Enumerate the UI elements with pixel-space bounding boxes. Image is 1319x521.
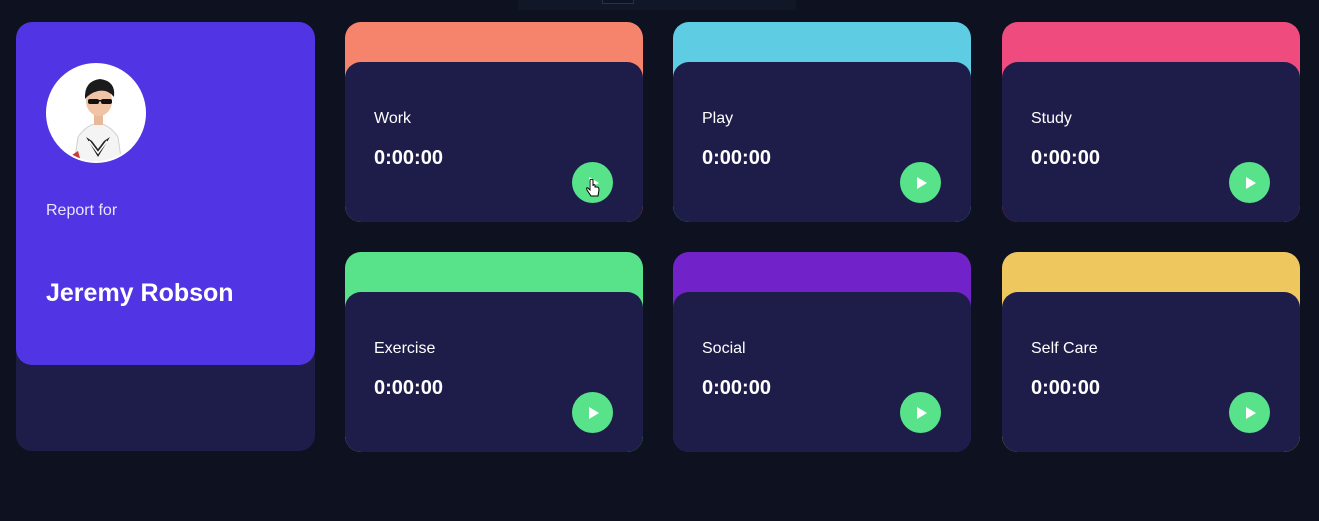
activity-title: Play — [702, 110, 734, 127]
activity-card-self-care: Self Care 0:00:00 — [1002, 252, 1300, 452]
avatar-image — [48, 65, 144, 161]
activity-card-body: Exercise 0:00:00 — [345, 292, 643, 452]
activity-card-body: Self Care 0:00:00 — [1002, 292, 1300, 452]
play-icon — [916, 406, 927, 419]
hand-cursor-icon — [586, 179, 600, 197]
activity-timer: 0:00:00 — [1031, 147, 1100, 169]
activity-card-body: Social 0:00:00 — [673, 292, 971, 452]
activity-title: Study — [1031, 110, 1072, 127]
avatar — [46, 63, 146, 163]
activity-card-social: Social 0:00:00 — [673, 252, 971, 452]
activity-title: Self Care — [1031, 340, 1098, 357]
activity-timer: 0:00:00 — [702, 147, 771, 169]
play-button[interactable] — [1229, 162, 1270, 203]
activity-card-body: Work 0:00:00 — [345, 62, 643, 222]
top-bar-fragment — [518, 0, 796, 10]
activity-card-play: Play 0:00:00 — [673, 22, 971, 222]
profile-card: Report for Jeremy Robson — [16, 22, 315, 451]
top-bar-marker — [602, 0, 634, 4]
play-button[interactable] — [572, 392, 613, 433]
play-icon — [1245, 176, 1256, 189]
play-icon — [1245, 406, 1256, 419]
play-button[interactable] — [900, 392, 941, 433]
report-for-label: Report for — [46, 202, 118, 219]
activity-title: Social — [702, 340, 746, 357]
activity-card-exercise: Exercise 0:00:00 — [345, 252, 643, 452]
play-button[interactable] — [900, 162, 941, 203]
activity-title: Work — [374, 110, 412, 127]
activity-card-body: Play 0:00:00 — [673, 62, 971, 222]
user-name: Jeremy Robson — [46, 279, 234, 307]
profile-header: Report for Jeremy Robson — [16, 22, 315, 365]
activity-timer: 0:00:00 — [1031, 377, 1100, 399]
activity-timer: 0:00:00 — [374, 377, 443, 399]
activity-card-study: Study 0:00:00 — [1002, 22, 1300, 222]
activity-title: Exercise — [374, 340, 436, 357]
play-icon — [916, 176, 927, 189]
activity-card-body: Study 0:00:00 — [1002, 62, 1300, 222]
activity-timer: 0:00:00 — [374, 147, 443, 169]
activity-timer: 0:00:00 — [702, 377, 771, 399]
play-button[interactable] — [1229, 392, 1270, 433]
activity-card-work: Work 0:00:00 — [345, 22, 643, 222]
play-icon — [588, 406, 599, 419]
